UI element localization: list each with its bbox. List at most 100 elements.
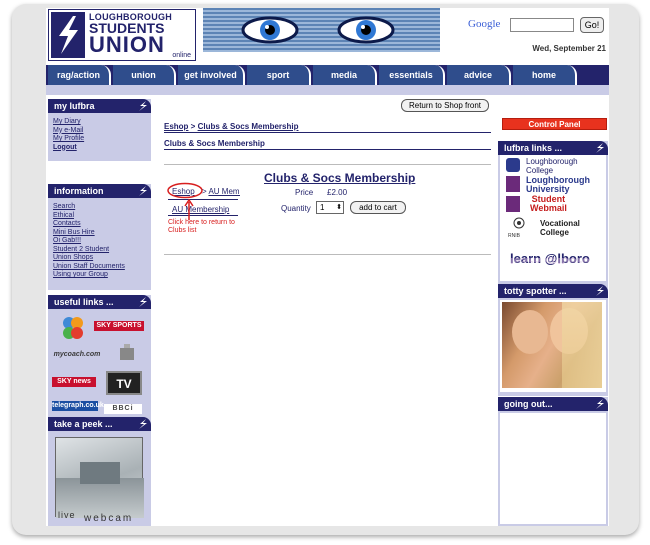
rnib-logo-icon	[513, 217, 525, 229]
going-out-header: going out...	[498, 397, 608, 411]
totty-spotter-header: totty spotter ...	[498, 284, 608, 298]
link-my-diary[interactable]: My Diary	[53, 118, 151, 127]
loughborough-college-link[interactable]: Loughborough College	[526, 157, 578, 175]
quantity-value: 1	[320, 203, 325, 212]
union-logo[interactable]: LOUGHBOROUGH STUDENTS UNION online	[48, 9, 196, 61]
breadcrumb-separator: >	[188, 122, 198, 131]
breadcrumb-eshop[interactable]: Eshop	[164, 122, 188, 131]
swoosh-icon	[139, 419, 147, 429]
breadcrumb: Eshop > Clubs & Socs Membership	[164, 122, 299, 131]
eye-icon	[241, 16, 299, 44]
main-nav: rag/action union get involved sport medi…	[46, 65, 609, 85]
swoosh-icon	[596, 399, 604, 409]
sky-news-logo[interactable]: SKY news	[52, 377, 96, 387]
price-label: Price	[295, 188, 314, 197]
lufbra-links-title: lufbra links ...	[504, 143, 563, 153]
telegraph-logo[interactable]: telegraph.co.uk	[52, 401, 104, 411]
lufbra-links-panel: lufbra links ... Loughborough College Lo…	[498, 141, 608, 285]
tab-advice[interactable]: advice	[447, 65, 511, 85]
satellite-icon[interactable]	[116, 342, 140, 366]
link-mini-bus-hire[interactable]: Mini Bus Hire	[53, 229, 151, 238]
going-out-title: going out...	[504, 399, 553, 409]
divider	[164, 132, 491, 133]
msn-butterfly-icon[interactable]	[60, 315, 86, 341]
useful-links-panel: useful links ... SKY SPORTS mycoach.com …	[48, 295, 151, 419]
control-panel-button[interactable]: Control Panel	[502, 118, 607, 130]
return-to-shop-button[interactable]: Return to Shop front	[401, 99, 489, 112]
tab-media[interactable]: media	[313, 65, 377, 85]
link-oi-gab[interactable]: Oi Gab!!!	[53, 237, 151, 246]
red-circle-icon	[167, 182, 203, 199]
quantity-select[interactable]: 1 ⬍	[316, 201, 344, 214]
google-search: Google Go! Wed, September 21	[466, 14, 608, 58]
college-logo-icon	[506, 158, 520, 172]
page: LOUGHBOROUGH STUDENTS UNION online Googl…	[46, 8, 609, 526]
link-using-your-group[interactable]: Using your Group	[53, 271, 151, 280]
take-a-peek-panel: take a peek ... live webcam	[48, 417, 151, 526]
link-ethical[interactable]: Ethical	[53, 212, 151, 221]
add-to-cart-button[interactable]: add to cart	[350, 201, 406, 214]
learn-lboro-reflection: learn @lboro	[510, 256, 590, 265]
link-logout[interactable]: Logout	[53, 144, 151, 153]
link-union-staff-documents[interactable]: Union Staff Documents	[53, 263, 151, 272]
my-lufbra-title: my lufbra	[54, 101, 95, 111]
student-webmail-link[interactable]: Student Webmail	[530, 195, 567, 213]
divider	[164, 164, 491, 165]
red-arrow-icon	[184, 198, 194, 220]
go-button[interactable]: Go!	[580, 17, 604, 33]
college-line2: College	[526, 166, 554, 175]
university-line2: University	[526, 184, 570, 194]
college-line1: Loughborough	[526, 157, 578, 166]
my-lufbra-header: my lufbra	[48, 99, 151, 113]
google-logo: Google	[468, 18, 501, 30]
link-union-shops[interactable]: Union Shops	[53, 254, 151, 263]
breadcrumb-current[interactable]: Clubs & Socs Membership	[198, 122, 299, 131]
totty-spotter-panel: totty spotter ...	[498, 284, 608, 396]
search-input[interactable]	[510, 18, 574, 32]
logo-line4: online	[172, 52, 191, 59]
tab-get-involved[interactable]: get involved	[178, 65, 245, 85]
link-search[interactable]: Search	[53, 203, 151, 212]
link-contacts[interactable]: Contacts	[53, 220, 151, 229]
webcam-image[interactable]	[55, 437, 144, 518]
webcam-caption-live: live	[58, 510, 76, 520]
tab-home[interactable]: home	[513, 65, 577, 85]
product-title: Clubs & Socs Membership	[264, 171, 416, 185]
mycoach-logo[interactable]: mycoach.com	[52, 350, 102, 360]
price-value: £2.00	[327, 188, 348, 197]
take-a-peek-header: take a peek ...	[48, 417, 151, 431]
tab-rag-action[interactable]: rag/action	[48, 65, 111, 85]
totty-spotter-title: totty spotter ...	[504, 286, 567, 296]
mini-au-memb[interactable]: AU Memb	[208, 187, 240, 196]
university-crest-icon	[506, 176, 520, 192]
vocational-line1: Vocational	[540, 219, 580, 228]
photo-image[interactable]	[502, 302, 602, 388]
sky-sports-logo[interactable]: SKY SPORTS	[94, 321, 144, 331]
loughborough-university-link[interactable]: Loughborough University	[526, 176, 590, 194]
divider	[168, 215, 238, 216]
eyes-banner	[203, 8, 440, 52]
quantity-label: Quantity	[281, 204, 311, 213]
tab-sport[interactable]: sport	[247, 65, 311, 85]
tab-union[interactable]: union	[113, 65, 176, 85]
webcam-caption-webcam: webcam	[84, 513, 134, 524]
link-my-email[interactable]: My e-Mail	[53, 127, 151, 136]
current-date: Wed, September 21	[532, 44, 606, 53]
bbci-logo[interactable]: BBCi	[104, 404, 142, 414]
vocational-college-link[interactable]: Vocational College	[540, 219, 580, 237]
mini-au-membership[interactable]: AU Membership	[172, 205, 229, 214]
logo-line3: UNION	[89, 32, 165, 57]
link-my-profile[interactable]: My Profile	[53, 135, 151, 144]
eye-icon	[337, 16, 395, 44]
going-out-panel: going out...	[498, 397, 608, 526]
link-student-2-student[interactable]: Student 2 Student	[53, 246, 151, 255]
stepper-arrows-icon: ⬍	[336, 204, 342, 211]
category-title: Clubs & Socs Membership	[164, 139, 265, 148]
tv-logo[interactable]: TV	[106, 371, 142, 395]
useful-links-header: useful links ...	[48, 295, 151, 309]
swoosh-icon	[139, 297, 147, 307]
tab-essentials[interactable]: essentials	[379, 65, 445, 85]
webmail-crest-icon	[506, 196, 520, 212]
information-panel: information Search Ethical Contacts Mini…	[48, 184, 151, 290]
vocational-line2: College	[540, 228, 569, 237]
